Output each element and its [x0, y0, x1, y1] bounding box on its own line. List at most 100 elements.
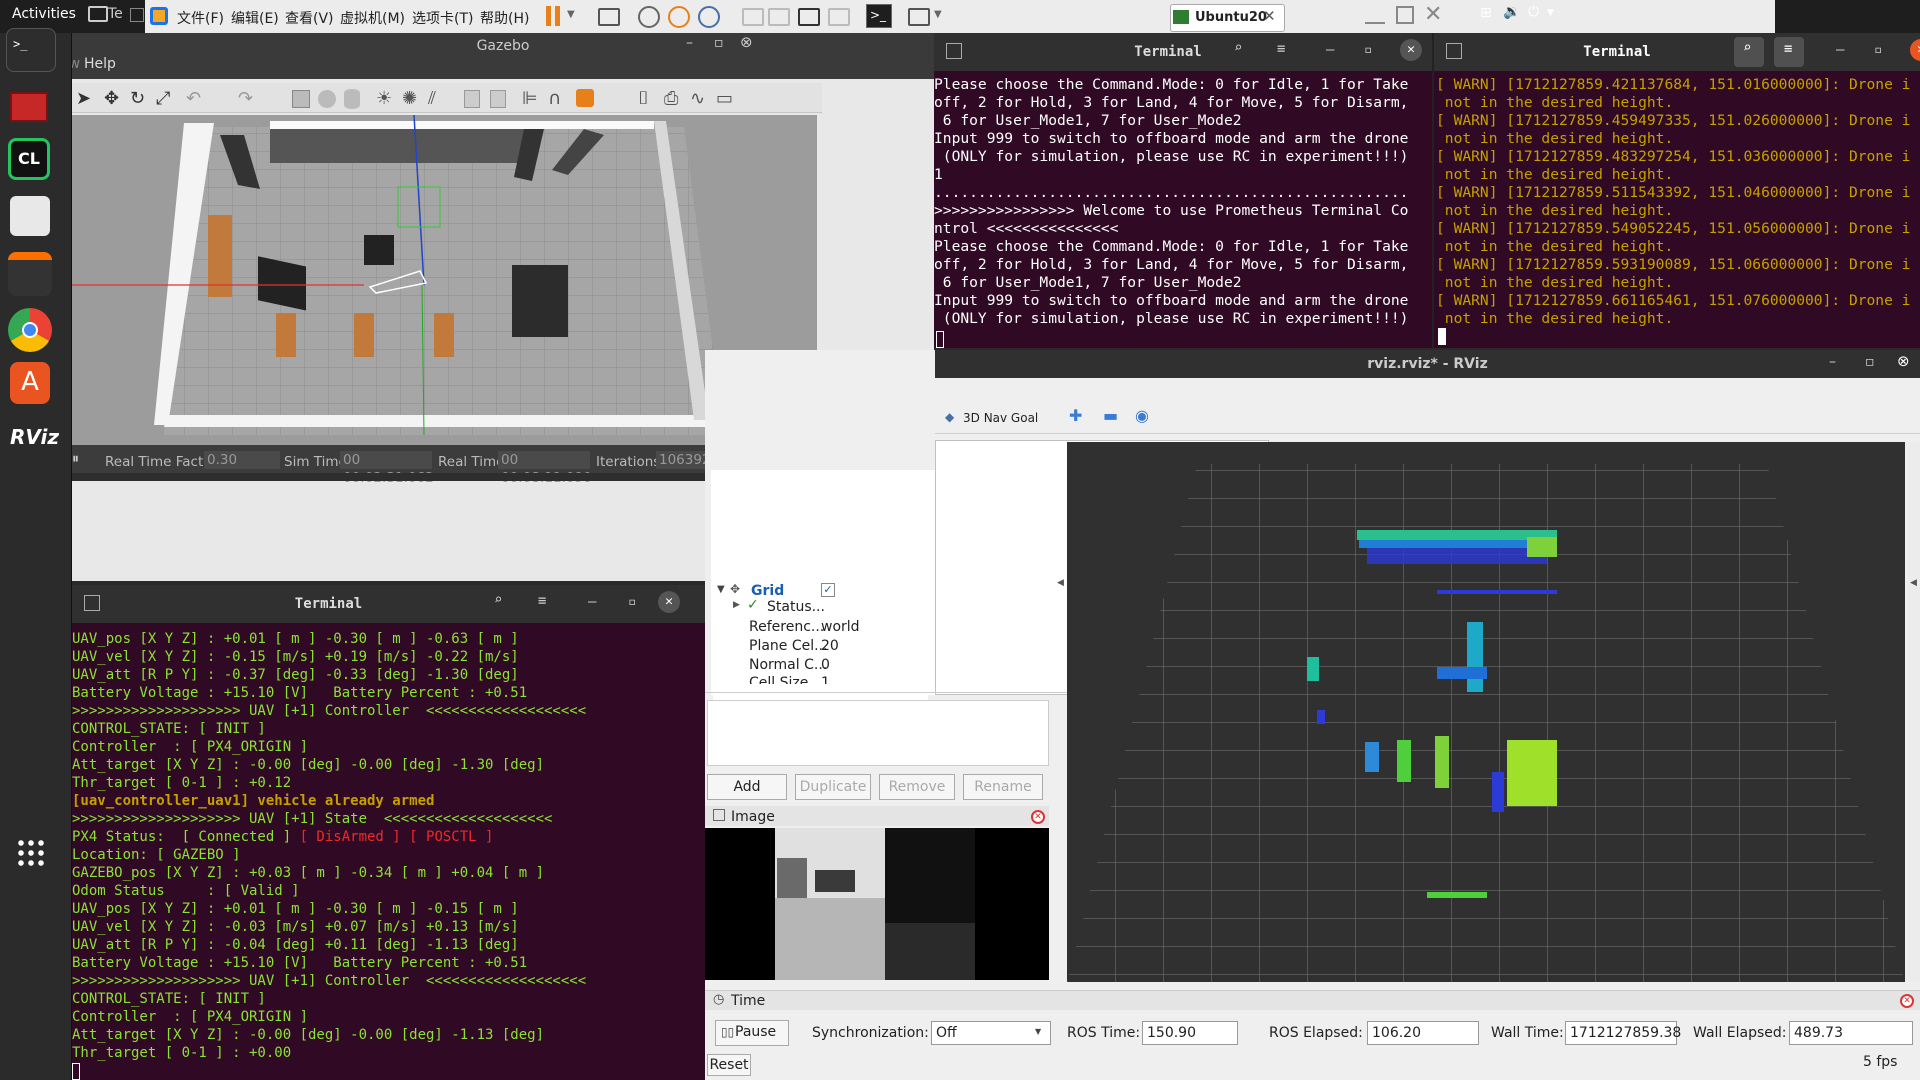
maximize-icon[interactable]: ▫ [1874, 41, 1882, 59]
send-keys-icon[interactable] [598, 8, 620, 26]
power-icon[interactable]: ⏻ [1528, 4, 1539, 20]
zoom-out-icon[interactable]: ▬ [1103, 406, 1118, 425]
hamburger-menu-icon[interactable]: ≡ [1277, 40, 1285, 58]
chevron-down-icon[interactable]: ▼ [934, 9, 942, 20]
prop-value[interactable]: 1 [821, 676, 830, 684]
close-icon[interactable]: ✕ [658, 591, 680, 613]
terminal-output[interactable]: [ WARN] [1712127859.421137684, 151.01600… [1436, 76, 1920, 348]
prop-value[interactable]: 20 [821, 638, 839, 654]
chevron-down-icon[interactable]: ▼ [1547, 8, 1554, 18]
terminal-titlebar[interactable]: Terminal ⌕ ≡ – ▫ ✕ [1434, 33, 1920, 71]
sphere-icon[interactable] [318, 90, 336, 108]
snap-icon[interactable]: ∩ [548, 88, 561, 109]
gazebo-titlebar[interactable]: Gazebo – ▫ ⊗ [72, 33, 934, 59]
unity-icon[interactable] [828, 8, 850, 26]
network-icon[interactable]: ⊞ [1480, 5, 1492, 21]
search-icon[interactable]: ⌕ [494, 591, 502, 609]
close-icon[interactable]: ✕ [1424, 2, 1442, 27]
video-record-icon[interactable]: ▭ [716, 88, 733, 109]
maximize-icon[interactable]: ▫ [1364, 41, 1372, 59]
stretch-icon[interactable] [908, 8, 930, 26]
right-collapse-bar[interactable] [1908, 442, 1920, 982]
translate-mode-icon[interactable]: ✥ [104, 88, 119, 109]
wall-time-field[interactable]: 1712127859.38 [1565, 1021, 1681, 1045]
ros-time-field[interactable]: 150.90 [1142, 1021, 1238, 1045]
spot-light-icon[interactable]: ✺ [402, 88, 417, 109]
zoom-in-icon[interactable]: ✚ [1069, 406, 1082, 425]
align-icon[interactable]: ⊫ [522, 88, 538, 109]
minimize-icon[interactable]: – [686, 35, 693, 51]
terminal-titlebar[interactable]: Terminal ⌕ ≡ – ▫ ✕ [934, 33, 1432, 71]
add-display-button[interactable]: Add [707, 774, 787, 800]
terminal-icon[interactable]: >_ [6, 28, 56, 72]
chevron-left-icon[interactable]: ◀ [1057, 578, 1064, 588]
ros-elapsed-field[interactable]: 106.20 [1367, 1021, 1479, 1045]
duplicate-display-button[interactable]: Duplicate [795, 774, 871, 800]
activities-button[interactable]: Activities [12, 6, 76, 22]
files-icon[interactable] [10, 196, 50, 236]
minimize-icon[interactable]: – [588, 593, 596, 611]
camera-icon[interactable]: ◉ [1135, 406, 1149, 425]
wall-elapsed-field[interactable]: 489.73 [1789, 1021, 1913, 1045]
chevron-right-icon[interactable]: ▶ [733, 600, 740, 610]
monitor-icon[interactable] [88, 6, 108, 22]
chevron-left-icon[interactable]: ◀ [1910, 578, 1917, 588]
chevron-down-icon[interactable]: ▼ [567, 9, 575, 20]
point-light-icon[interactable]: ☀ [376, 88, 392, 109]
log-icon[interactable]: ⎙ [664, 88, 678, 109]
restore-icon[interactable] [130, 8, 144, 22]
maximize-icon[interactable]: ▫ [714, 35, 724, 51]
monitor-icon[interactable] [10, 92, 48, 122]
rotate-mode-icon[interactable]: ↻ [130, 88, 145, 109]
maximize-icon[interactable]: ▫ [628, 593, 636, 611]
undo-icon[interactable]: ↶ [186, 88, 201, 109]
grid-enabled-checkbox[interactable]: ✓ [821, 583, 835, 597]
minimize-icon[interactable]: – [1326, 41, 1334, 59]
select-mode-icon[interactable]: ➤ [76, 88, 91, 109]
rviz-icon[interactable]: RViz [10, 425, 59, 449]
search-icon[interactable]: ⌕ [1234, 39, 1242, 57]
plot-icon[interactable]: ∿ [690, 88, 705, 109]
snapshot-manager-icon[interactable] [698, 6, 720, 28]
hamburger-menu-icon[interactable]: ≡ [538, 592, 546, 610]
minimize-icon[interactable] [1365, 10, 1385, 24]
search-icon[interactable]: ⌕ [1743, 39, 1751, 57]
reset-button[interactable]: Reset [707, 1054, 751, 1076]
pause-icon[interactable] [546, 6, 551, 26]
menu-window[interactable]: ow [72, 56, 80, 72]
console-icon[interactable]: >_ [866, 4, 892, 28]
maximize-icon[interactable]: ▫ [1865, 354, 1875, 370]
close-icon[interactable]: ✕ [1400, 39, 1422, 61]
sync-select[interactable]: Off [931, 1021, 1051, 1045]
show-apps-icon[interactable] [16, 838, 44, 866]
chevron-down-icon[interactable]: ▼ [717, 584, 725, 595]
close-icon[interactable]: ✕ [1263, 7, 1276, 25]
clion-icon[interactable]: CL [8, 138, 50, 180]
directional-light-icon[interactable]: ⫽ [428, 88, 436, 109]
menu-edit[interactable]: 编辑(E) [231, 8, 279, 28]
copy-icon[interactable] [464, 90, 480, 108]
layers-icon[interactable] [8, 252, 52, 296]
menu-help[interactable]: Help [84, 56, 116, 72]
close-icon[interactable]: ✕ [1900, 994, 1914, 1008]
hamburger-menu-icon[interactable]: ≡ [1784, 40, 1792, 58]
paste-icon[interactable] [490, 90, 506, 108]
app-store-icon[interactable]: A [10, 362, 50, 404]
menu-tabs[interactable]: 选项卡(T) [412, 8, 473, 28]
menu-file[interactable]: 文件(F) [177, 8, 224, 28]
menu-view[interactable]: 查看(V) [285, 8, 334, 28]
snapshot-icon[interactable] [638, 6, 660, 28]
close-icon[interactable]: ⊗ [1897, 352, 1910, 370]
revert-snapshot-icon[interactable] [668, 6, 690, 28]
terminal-output[interactable]: Please choose the Command.Mode: 0 for Id… [934, 76, 1432, 348]
close-icon[interactable]: ⊗ [740, 33, 753, 51]
nav-goal-button[interactable]: 3D Nav Goal [963, 411, 1038, 425]
scale-mode-icon[interactable]: ⤢ [156, 88, 170, 109]
box-icon[interactable] [292, 90, 310, 108]
volume-icon[interactable]: 🔉 [1503, 4, 1520, 20]
screenshot-icon[interactable]: ⌷ [638, 88, 649, 109]
sidebar-icon[interactable] [742, 8, 764, 26]
chevron-down-icon[interactable]: ▼ [1035, 1027, 1041, 1036]
maximize-icon[interactable] [1396, 6, 1414, 24]
redo-icon[interactable]: ↷ [238, 88, 253, 109]
